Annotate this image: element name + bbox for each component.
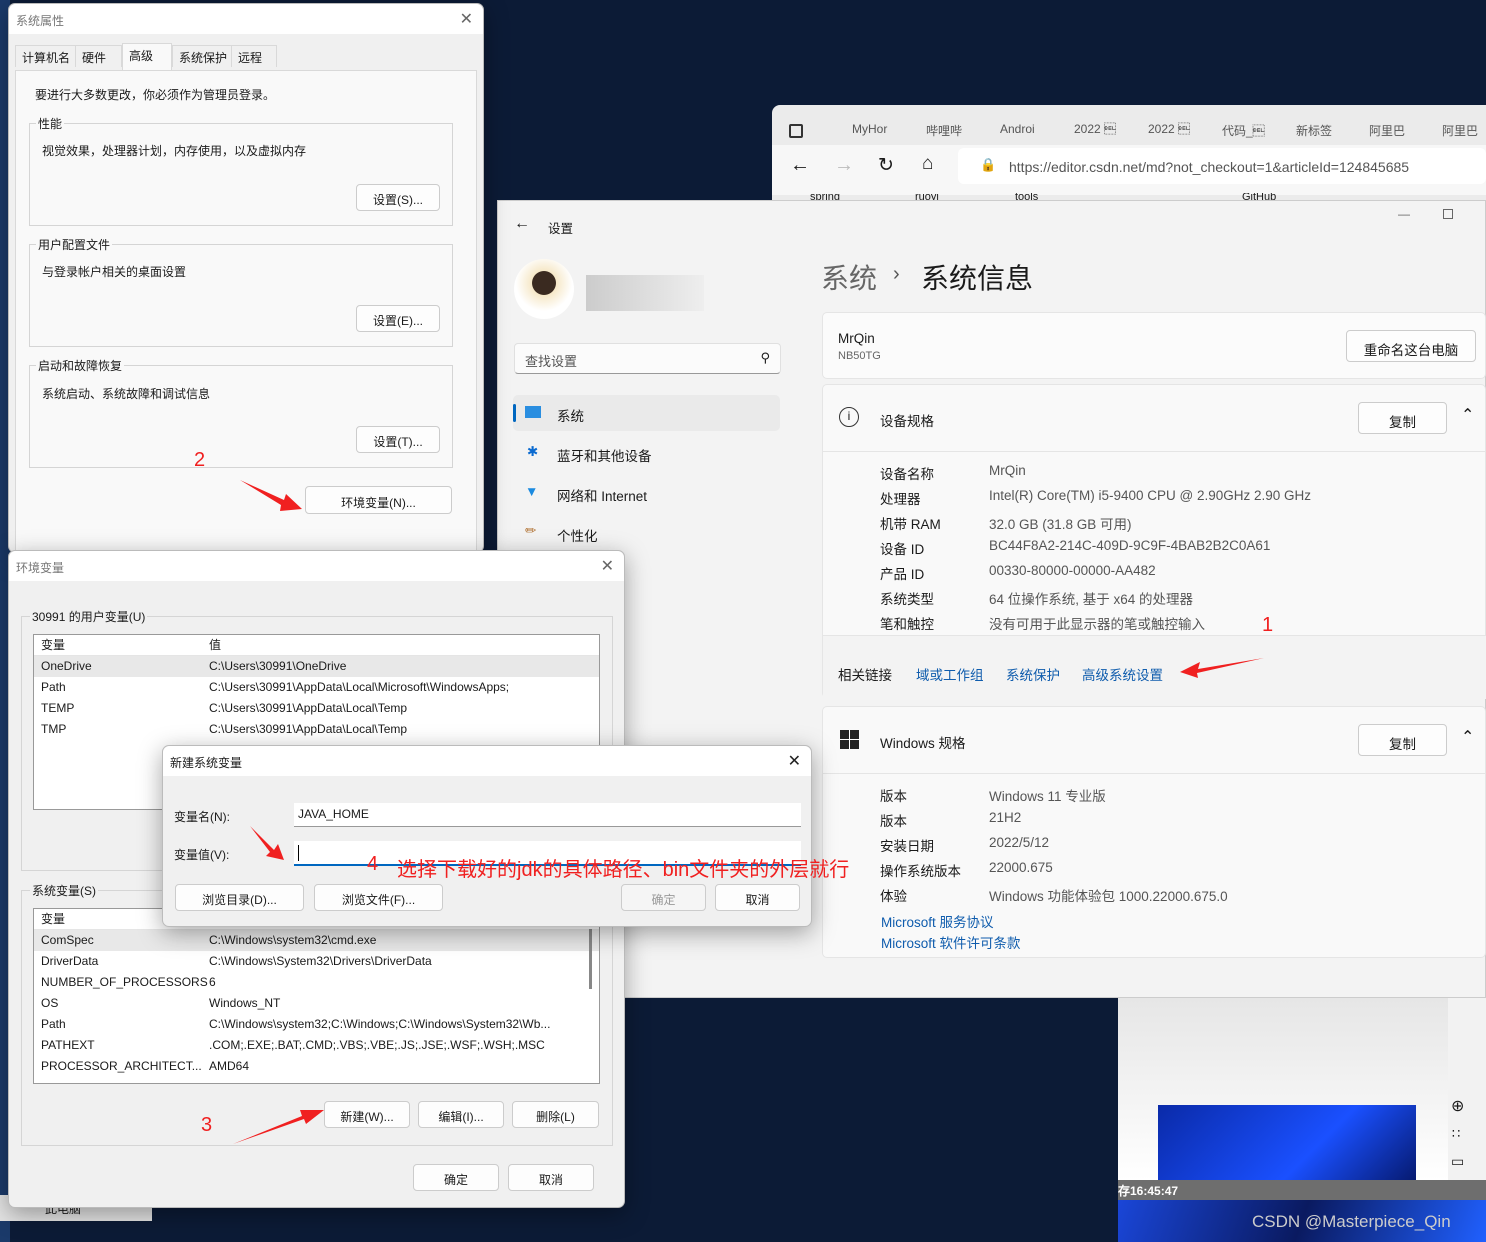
annotation-3: 3: [201, 1114, 213, 1136]
annotation-4: 4: [367, 853, 379, 875]
annotation-2: 2: [194, 449, 206, 471]
arrow-4: [250, 826, 284, 860]
arrow-3: [233, 1110, 324, 1144]
arrow-2: [240, 480, 302, 511]
annotation-1: 1: [1262, 614, 1274, 636]
arrow-1: [1180, 658, 1264, 678]
annotation-note: 选择下载好的jdk的具体路径、bin文件夹的外层就行: [397, 859, 850, 881]
